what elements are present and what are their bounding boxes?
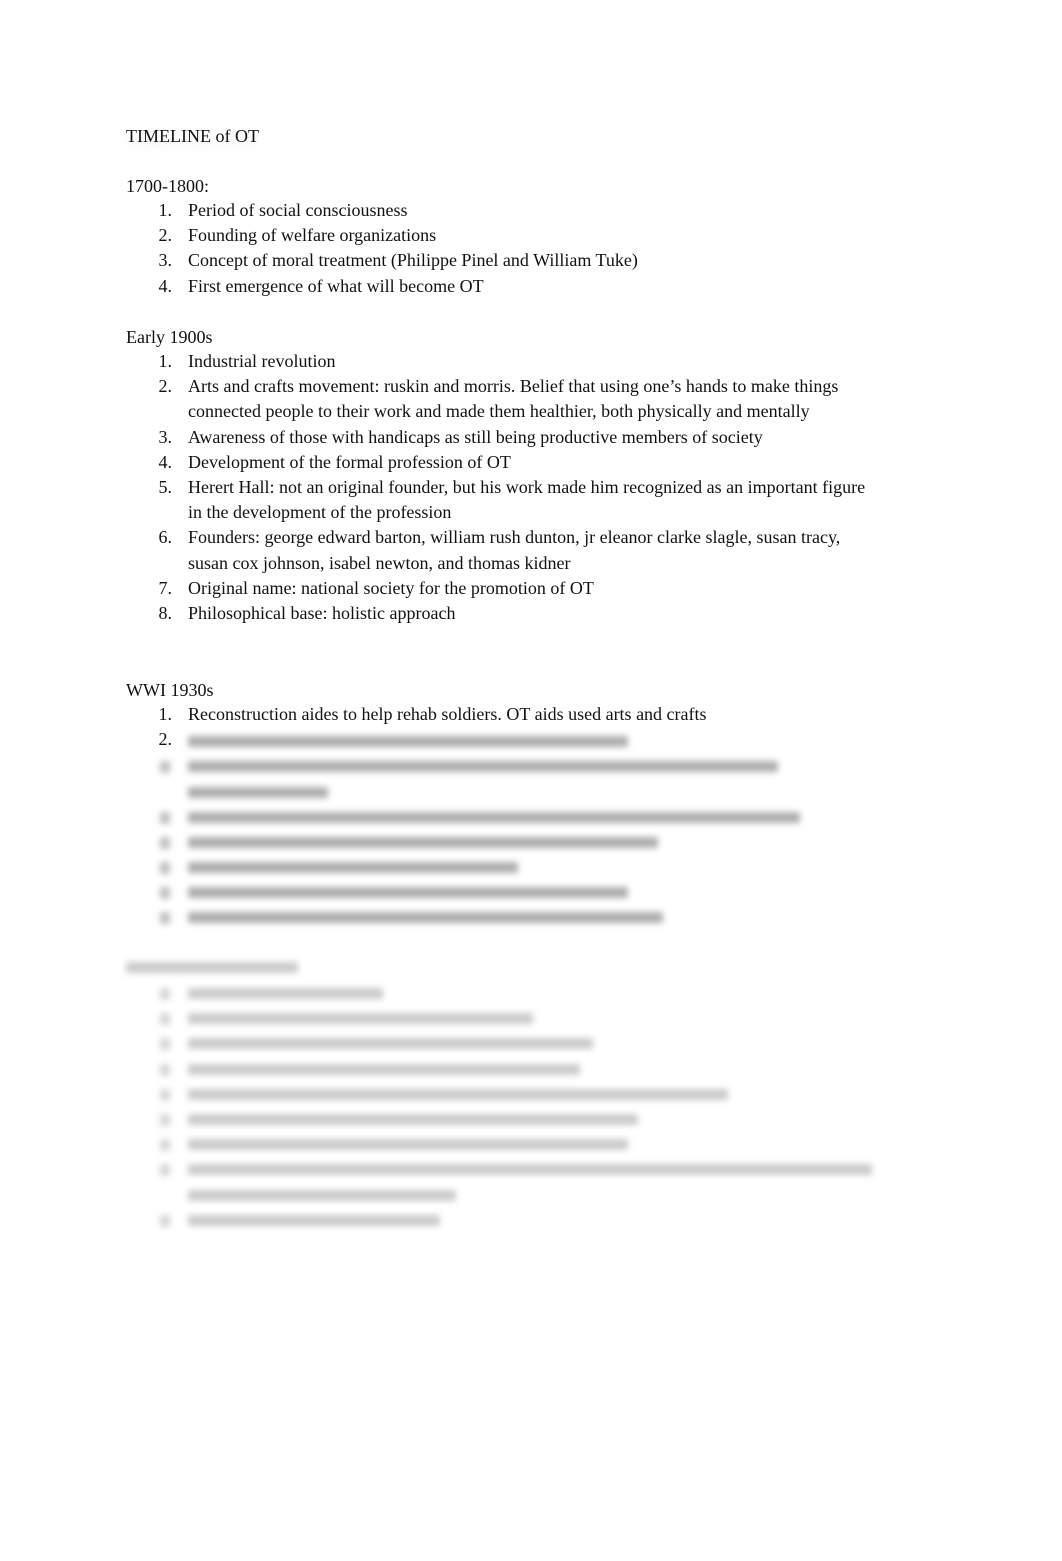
list-item-text: Concept of moral treatment (Philippe Pin… (188, 250, 638, 271)
blurred-text-line (188, 1064, 580, 1075)
blurred-text-line (188, 912, 663, 923)
list-number: 1. (158, 351, 173, 371)
list-number: 5. (158, 477, 173, 498)
section-list-wwi-1930s: 1. Reconstruction aides to help rehab sol… (0, 702, 900, 749)
blurred-list-number (160, 812, 170, 824)
list-number: 3. (158, 426, 173, 447)
blurred-text-line (188, 812, 800, 823)
list-item-text: Arts and crafts movement: ruskin and mor… (188, 376, 839, 422)
list-item: 1. Period of social consciousness (0, 198, 868, 223)
section-heading-early-1900s: Early 1900s (126, 327, 213, 347)
blurred-list-number (160, 887, 170, 899)
list-item-text: Herert Hall: not an original founder, bu… (188, 477, 866, 523)
section-heading-wwi-1930s: WWI 1930s (126, 680, 214, 700)
list-item: 2. Arts and crafts movement: ruskin and m… (0, 374, 868, 424)
blurred-list-number (160, 1013, 170, 1025)
list-item-text: Awareness of those with handicaps as sti… (188, 426, 763, 447)
blurred-text-line (188, 988, 383, 999)
list-item: 6. Founders: george edward barton, willia… (0, 525, 868, 575)
document-page: TIMELINE of OT 1700-1800: 1. Period of so… (0, 0, 1062, 1561)
blurred-list-number (160, 1038, 170, 1050)
list-item-text: Original name: national society for the … (188, 577, 594, 598)
blurred-text-line (188, 1038, 593, 1049)
list-number: 2. (158, 376, 173, 397)
list-number: 2. (158, 729, 173, 750)
blurred-list-number (160, 988, 170, 1000)
blurred-text-line (188, 736, 628, 747)
blurred-list-number (160, 1089, 170, 1101)
list-number: 2. (158, 225, 173, 246)
section-heading-1700-1800: 1700-1800: (126, 176, 209, 196)
blurred-text-line (188, 787, 328, 798)
list-number: 6. (158, 527, 173, 548)
list-number: 3. (158, 250, 173, 271)
blurred-text-line (188, 1215, 440, 1226)
list-item-text: Founders: george edward barton, william … (188, 527, 841, 573)
section-list-1700-1800: 1. Period of social consciousness 2. Found… (0, 198, 900, 299)
list-item-text: Development of the formal profession of … (188, 451, 511, 472)
list-item-text: First emergence of what will become OT (188, 275, 484, 296)
blurred-list-number (160, 761, 170, 773)
blurred-text-line (188, 862, 518, 873)
blurred-list-number (160, 1139, 170, 1151)
blurred-text-line (188, 1164, 872, 1175)
blurred-text-line (188, 887, 628, 898)
blurred-list-number (160, 1064, 170, 1076)
list-number: 4. (158, 275, 173, 296)
list-item-text: Industrial revolution (188, 351, 336, 371)
list-number: 4. (158, 451, 173, 472)
list-item-text: Period of social consciousness (188, 200, 408, 220)
blurred-list-number (160, 862, 170, 874)
blurred-text-line (188, 761, 778, 772)
list-item: 1. Reconstruction aides to help rehab sol… (0, 702, 868, 727)
blurred-list-number (160, 1215, 170, 1227)
list-item: 3. Concept of moral treatment (Philippe P… (0, 248, 868, 273)
list-number: 1. (158, 200, 173, 220)
list-item: 4. First emergence of what will become OT (0, 274, 868, 299)
section-list-early-1900s: 1. Industrial revolution 2. Arts and craft… (0, 349, 900, 626)
blurred-text-line (188, 1139, 628, 1150)
list-item: 2. Founding of welfare organizations (0, 223, 868, 248)
list-item: 5. Herert Hall: not an original founder, … (0, 475, 868, 525)
list-number: 1. (158, 704, 173, 724)
document-title: TIMELINE of OT (126, 126, 259, 146)
blurred-list-number (160, 912, 170, 924)
list-item: 7. Original name: national society for th… (0, 576, 868, 601)
blurred-text-line (188, 1013, 533, 1024)
blurred-text-line (188, 1089, 728, 1100)
blurred-list-number (160, 1164, 170, 1176)
blurred-text-line (188, 837, 658, 848)
list-item: 4. Development of the formal profession o… (0, 450, 868, 475)
blurred-text-line (188, 1190, 456, 1201)
blurred-list-number (160, 837, 170, 849)
list-item-text: Reconstruction aides to help rehab soldi… (188, 704, 707, 724)
list-number: 8. (158, 603, 173, 624)
list-item-text: Philosophical base: holistic approach (188, 603, 456, 624)
blurred-heading (126, 962, 298, 973)
list-item-text: Founding of welfare organizations (188, 225, 437, 246)
blurred-list-number (160, 1114, 170, 1126)
blurred-text-line (188, 1114, 638, 1125)
list-item: 8. Philosophical base: holistic approach (0, 601, 868, 626)
list-item: 1. Industrial revolution (0, 349, 868, 374)
list-item: 3. Awareness of those with handicaps as s… (0, 425, 868, 450)
list-number: 7. (158, 577, 173, 598)
